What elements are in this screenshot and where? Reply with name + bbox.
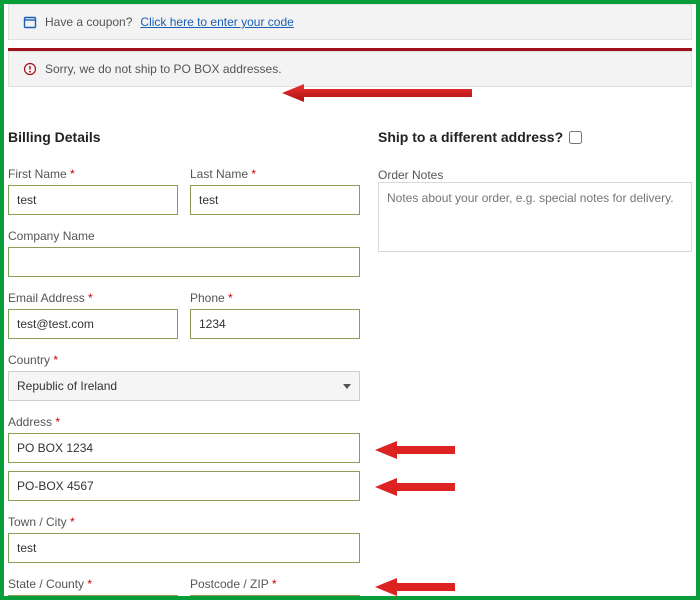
billing-column: Billing Details First Name * Last Name *… [8, 129, 360, 600]
first-name-field[interactable] [8, 185, 178, 215]
town-field[interactable] [8, 533, 360, 563]
ship-different-checkbox[interactable] [569, 131, 582, 144]
last-name-field[interactable] [190, 185, 360, 215]
address-label: Address * [8, 415, 360, 429]
email-field[interactable] [8, 309, 178, 339]
state-label: State / County * [8, 577, 178, 591]
postcode-field[interactable] [190, 595, 360, 600]
error-message: Sorry, we do not ship to PO BOX addresse… [45, 62, 282, 76]
phone-label: Phone * [190, 291, 360, 305]
email-label: Email Address * [8, 291, 178, 305]
address1-field[interactable] [8, 433, 360, 463]
company-field[interactable] [8, 247, 360, 277]
coupon-notice: Have a coupon? Click here to enter your … [8, 4, 692, 40]
country-select[interactable]: Republic of Ireland [8, 371, 360, 401]
coupon-prompt: Have a coupon? [45, 15, 132, 29]
billing-heading: Billing Details [8, 129, 360, 145]
coupon-link[interactable]: Click here to enter your code [140, 15, 293, 29]
shipping-heading: Ship to a different address? [378, 129, 692, 145]
order-notes-label: Order Notes [378, 168, 443, 182]
checkout-frame: Have a coupon? Click here to enter your … [0, 0, 700, 600]
address2-field[interactable] [8, 471, 360, 501]
error-alert: Sorry, we do not ship to PO BOX addresse… [8, 51, 692, 87]
shipping-column: Ship to a different address? Order Notes [378, 129, 692, 600]
error-icon [23, 62, 37, 76]
calendar-icon [23, 15, 37, 29]
order-notes-field[interactable] [378, 182, 692, 252]
postcode-label: Postcode / ZIP * [190, 577, 360, 591]
company-label: Company Name [8, 229, 360, 243]
country-label: Country * [8, 353, 360, 367]
phone-field[interactable] [190, 309, 360, 339]
last-name-label: Last Name * [190, 167, 360, 181]
state-field[interactable] [8, 595, 178, 600]
town-label: Town / City * [8, 515, 360, 529]
first-name-label: First Name * [8, 167, 178, 181]
chevron-down-icon [343, 384, 351, 389]
country-value: Republic of Ireland [17, 379, 117, 393]
